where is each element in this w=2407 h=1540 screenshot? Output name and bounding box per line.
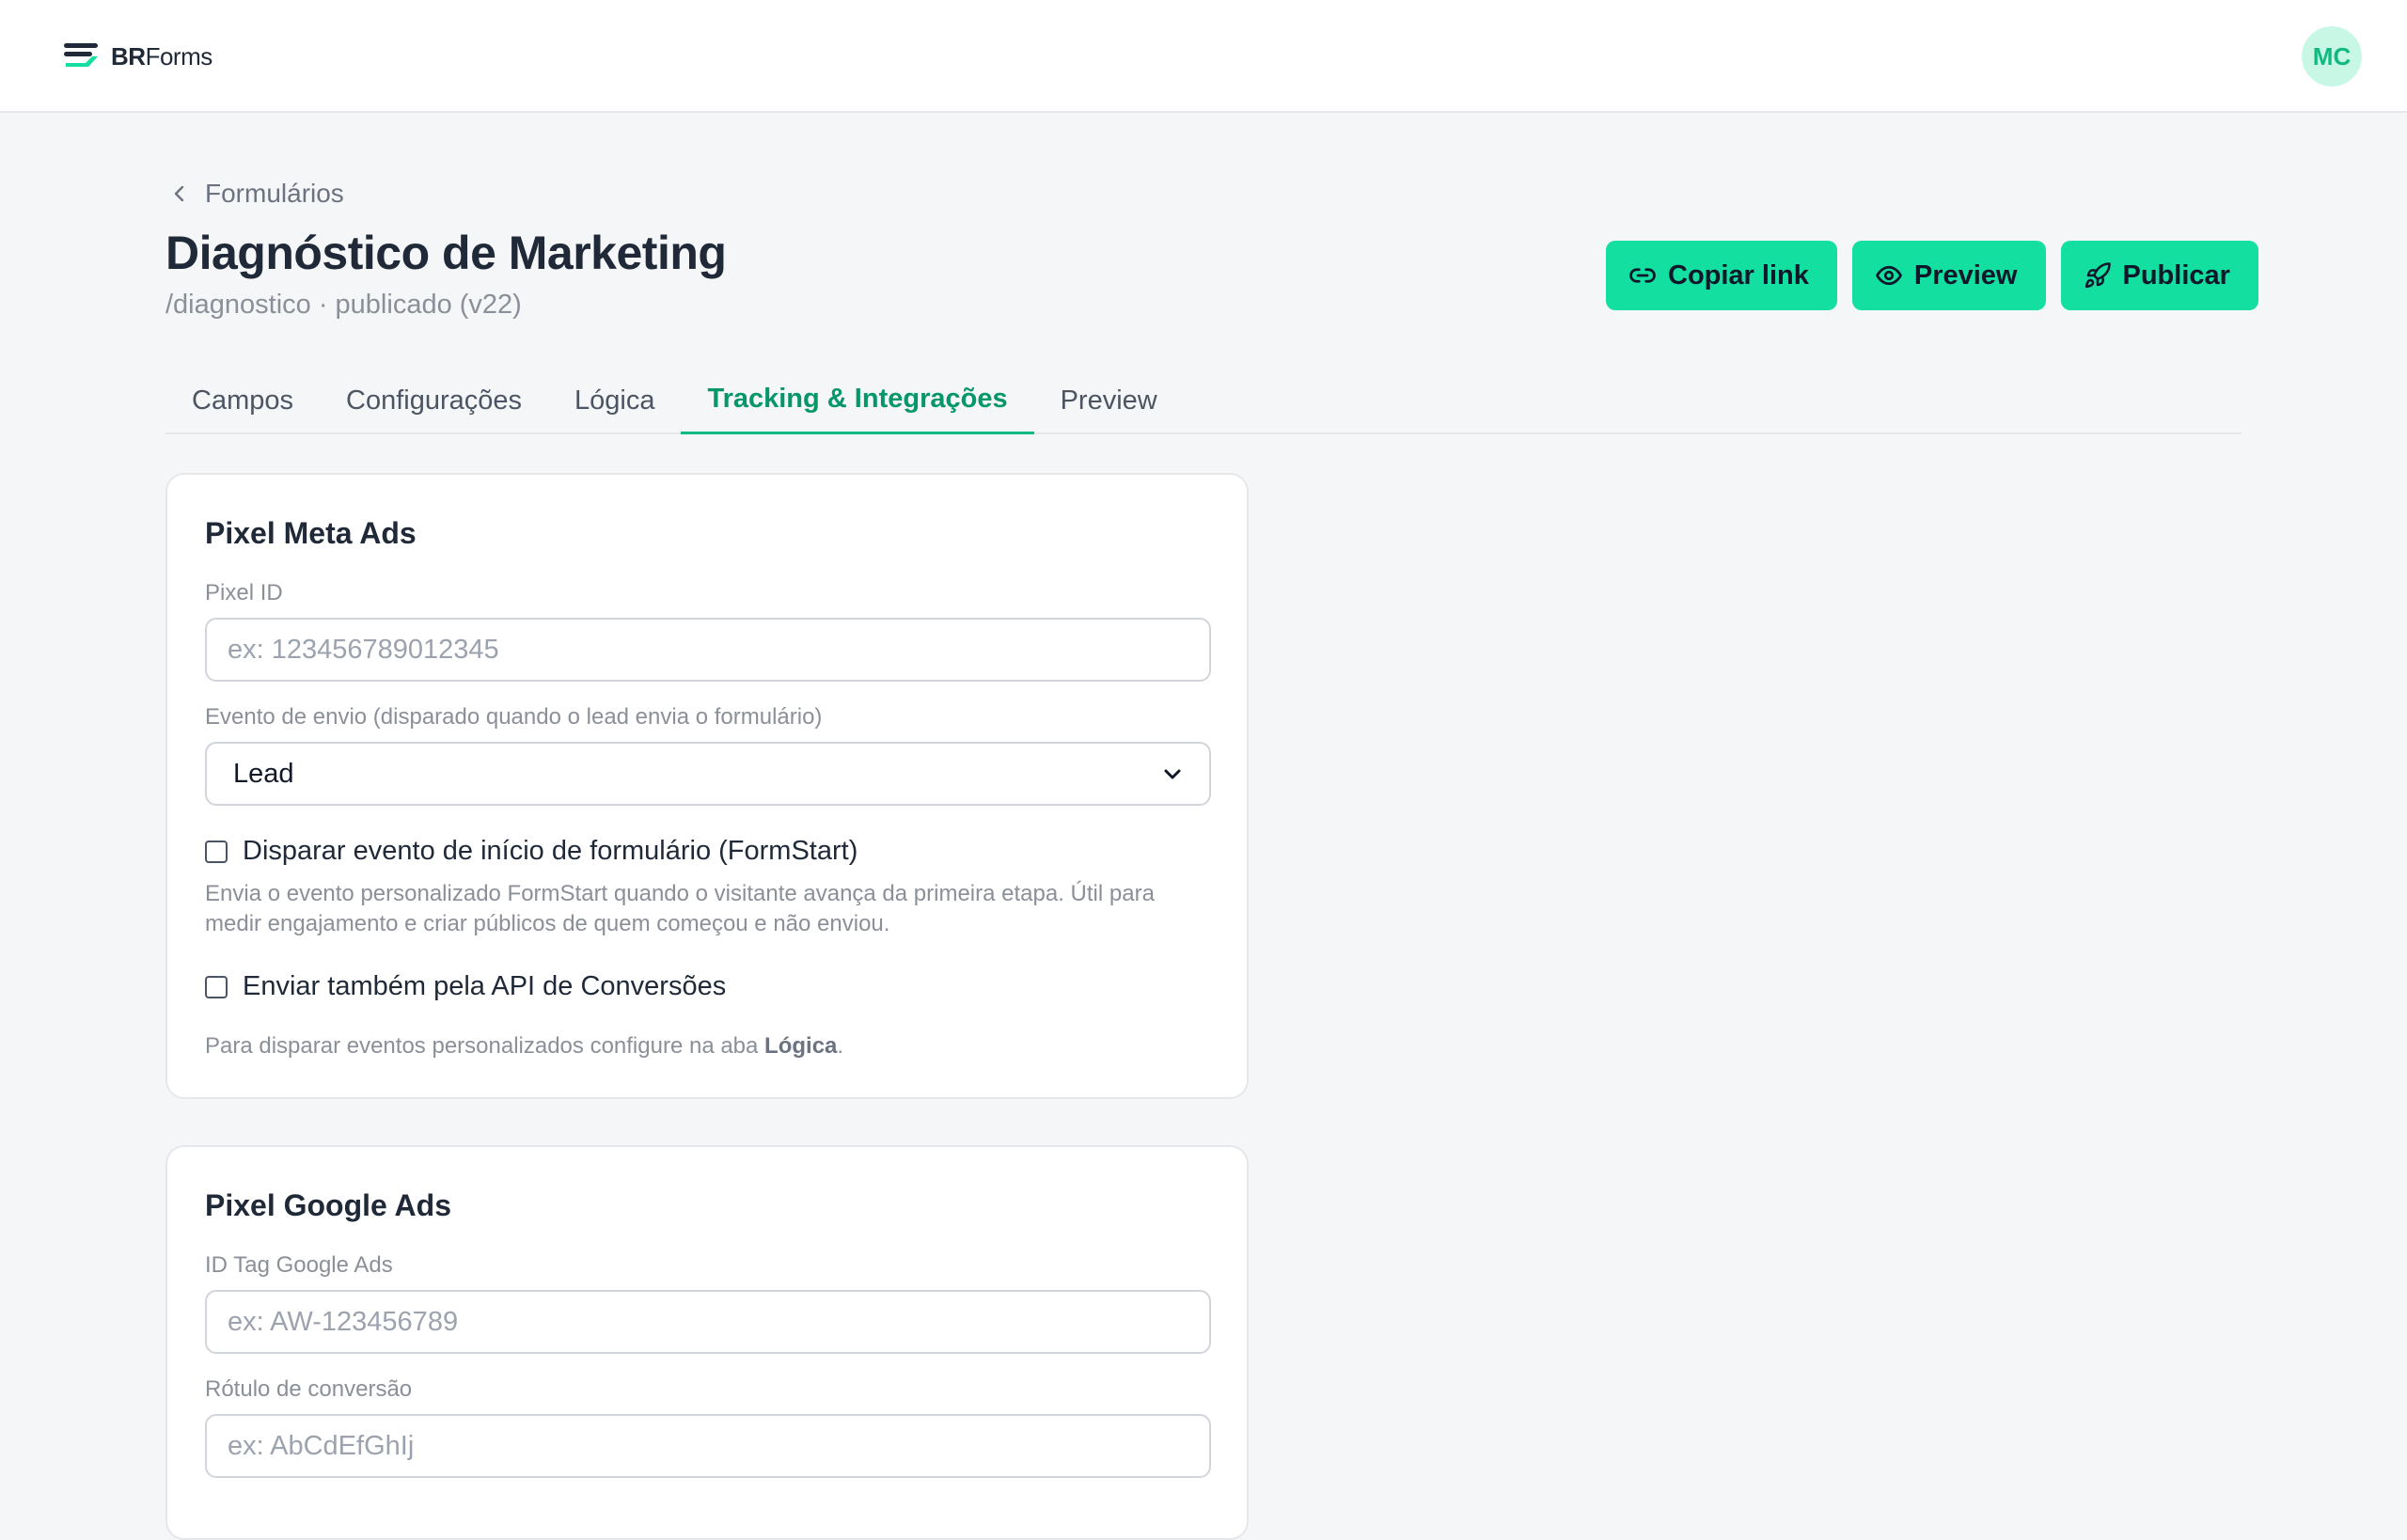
google-pixel-card: Pixel Google Ads ID Tag Google Ads Rótul… (165, 1145, 1249, 1540)
header-actions: Copiar link Preview Publicar (1606, 241, 2258, 310)
pixel-id-input[interactable] (205, 618, 1211, 682)
publish-button[interactable]: Publicar (2060, 241, 2258, 310)
logo-icon (64, 43, 98, 67)
formstart-label: Disparar evento de início de formulário … (243, 836, 858, 866)
link-icon (1629, 268, 1656, 283)
preview-button[interactable]: Preview (1851, 241, 2046, 310)
google-tag-id-label: ID Tag Google Ads (205, 1252, 393, 1278)
breadcrumb-back-link[interactable]: Formulários (169, 179, 344, 209)
brand-logo[interactable]: BRForms (62, 41, 212, 71)
tab-campos[interactable]: Campos (165, 367, 320, 434)
copy-link-button[interactable]: Copiar link (1606, 241, 1837, 310)
formstart-help-text: Envia o evento personalizado FormStart q… (205, 881, 1155, 936)
submit-event-value: Lead (233, 758, 294, 789)
meta-pixel-title: Pixel Meta Ads (205, 516, 417, 550)
tab-bar: Campos Configurações Lógica Tracking & I… (165, 367, 2242, 434)
conversion-label-label: Rótulo de conversão (205, 1376, 413, 1402)
publish-label: Publicar (2122, 259, 2230, 291)
submit-event-label: Evento de envio (disparado quando o lead… (205, 704, 823, 730)
copy-link-label: Copiar link (1668, 259, 1809, 291)
meta-pixel-card: Pixel Meta Ads Pixel ID Evento de envio … (165, 473, 1249, 1099)
preview-label: Preview (1913, 259, 2018, 291)
breadcrumb-label: Formulários (205, 179, 344, 208)
tab-configuracoes[interactable]: Configurações (320, 367, 548, 434)
conversions-api-label: Enviar também pela API de Conversões (243, 971, 727, 1001)
custom-events-help-text: Para disparar eventos personalizados con… (205, 1033, 844, 1059)
pixel-id-label: Pixel ID (205, 580, 283, 605)
user-avatar[interactable]: MC (2302, 26, 2362, 86)
formstart-checkbox[interactable] (205, 840, 228, 863)
chevron-down-icon (1164, 769, 1181, 779)
tab-logica[interactable]: Lógica (548, 367, 681, 434)
page-title: Diagnóstico de Marketing (165, 227, 727, 279)
logica-tab-reference: Lógica (764, 1033, 838, 1059)
google-tag-id-input[interactable] (205, 1290, 1211, 1354)
page-subtitle: /diagnostico · publicado (v22) (165, 290, 522, 320)
formstart-option[interactable]: Disparar evento de início de formulário … (205, 836, 857, 867)
rocket-icon (2084, 262, 2111, 289)
conversions-api-checkbox[interactable] (205, 975, 228, 998)
chevron-left-icon (174, 185, 184, 202)
tab-tracking-integracoes[interactable]: Tracking & Integrações (681, 367, 1034, 434)
conversion-label-input[interactable] (205, 1414, 1211, 1478)
top-bar: BRForms MC (0, 0, 2407, 113)
logo-text: BRForms (111, 41, 212, 71)
submit-event-select[interactable]: Lead (205, 742, 1211, 806)
tab-preview[interactable]: Preview (1034, 367, 1184, 434)
conversions-api-option[interactable]: Enviar também pela API de Conversões (205, 971, 726, 1002)
eye-icon (1875, 265, 1902, 286)
google-pixel-title: Pixel Google Ads (205, 1188, 451, 1222)
